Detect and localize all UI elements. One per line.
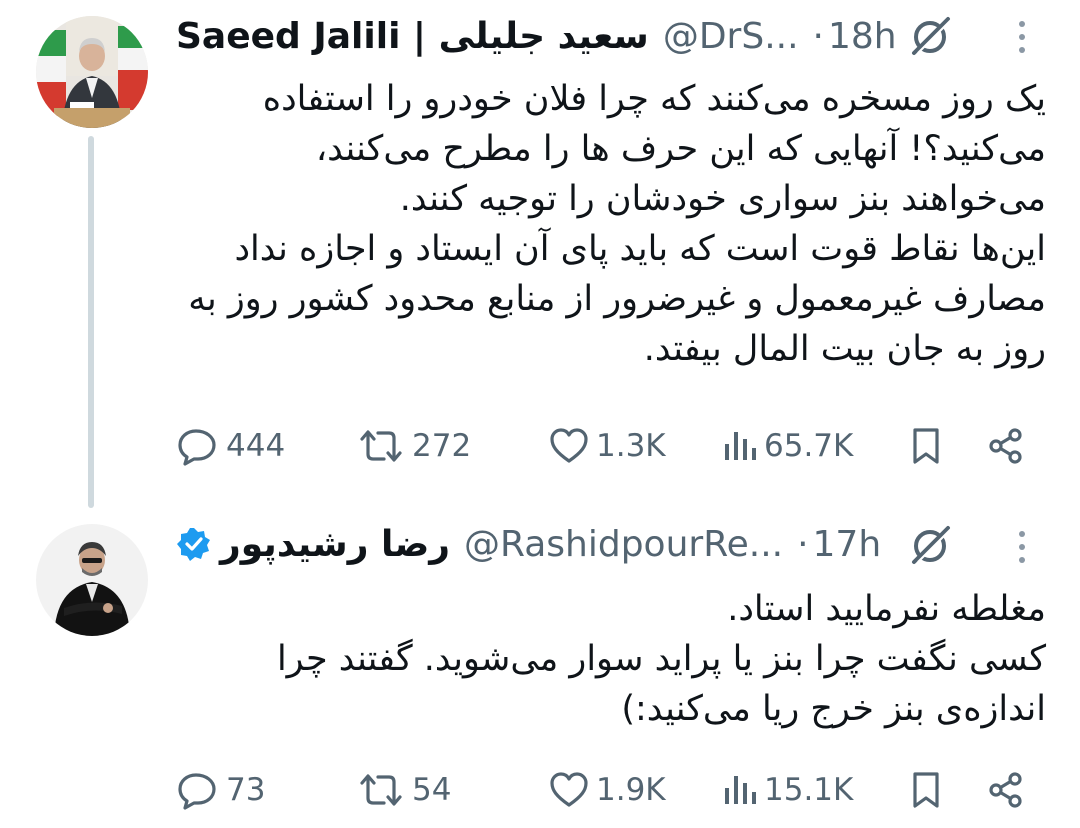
repost-icon: [356, 426, 406, 466]
views-button[interactable]: 15.1K: [722, 760, 853, 820]
repost-button[interactable]: 272: [356, 416, 471, 476]
timestamp[interactable]: 17h: [813, 524, 882, 565]
separator-dot: ·: [812, 15, 824, 57]
like-button[interactable]: 1.9K: [548, 760, 666, 820]
like-icon: [548, 426, 590, 466]
more-icon[interactable]: [1012, 524, 1032, 570]
verified-badge-icon: [176, 526, 212, 562]
text-line: مغلطه نفرمایید استاد.: [727, 589, 1046, 629]
text-line: می‌کنید؟! آنهایی که این حرف ها را مطرح م…: [315, 129, 1046, 169]
more-icon[interactable]: [1012, 14, 1032, 60]
author-handle[interactable]: @RashidpourRe...: [464, 524, 783, 565]
bookmark-icon[interactable]: [908, 416, 944, 476]
like-button[interactable]: 1.3K: [548, 416, 666, 476]
reply-count: 444: [226, 428, 286, 464]
views-icon: [722, 426, 758, 466]
author-name[interactable]: Saeed Jalili | سعید جلیلی: [176, 16, 649, 57]
repost-count: 272: [412, 428, 472, 464]
timestamp[interactable]: 18h: [828, 16, 897, 57]
like-icon: [548, 770, 590, 810]
author-handle[interactable]: @DrS...: [663, 16, 799, 57]
text-line: روز به جان بیت المال بیفتد.: [643, 329, 1046, 369]
thread-connector: [88, 136, 94, 508]
tweet-2[interactable]: رضا رشیدپور @RashidpourRe... · 17h مغلطه…: [0, 500, 1080, 828]
reply-button[interactable]: 444: [176, 416, 285, 476]
reply-icon: [176, 770, 220, 810]
text-line: می‌خواهند بنز سواری خودشان را توجیه کنند…: [399, 179, 1046, 219]
tweet-1-actions: 444 272 1.3K 65.7K: [176, 416, 1026, 476]
reply-count: 73: [226, 772, 266, 808]
views-button[interactable]: 65.7K: [722, 416, 853, 476]
text-line: این‌ها نقاط قوت است که باید پای آن ایستا…: [234, 229, 1046, 269]
separator-dot: ·: [797, 523, 809, 565]
like-count: 1.3K: [596, 428, 666, 464]
repost-icon: [356, 770, 406, 810]
text-line: کسی نگفت چرا بنز یا پراید سوار می‌شوید. …: [276, 639, 1046, 679]
avatar-saeed-jalili[interactable]: [36, 16, 148, 128]
reply-icon: [176, 426, 220, 466]
views-count: 65.7K: [764, 428, 854, 464]
views-count: 15.1K: [764, 772, 854, 808]
grok-icon[interactable]: [908, 13, 954, 59]
like-count: 1.9K: [596, 772, 666, 808]
share-icon[interactable]: [986, 760, 1026, 820]
grok-icon[interactable]: [908, 522, 954, 568]
tweet-1[interactable]: Saeed Jalili | سعید جلیلی @DrS... · 18h …: [0, 0, 1080, 508]
views-icon: [722, 770, 758, 810]
repost-count: 54: [412, 772, 452, 808]
author-name[interactable]: رضا رشیدپور: [220, 524, 450, 565]
text-line: یک روز مسخره می‌کنند که چرا فلان خودرو ر…: [262, 79, 1046, 119]
repost-button[interactable]: 54: [356, 760, 451, 820]
tweet-2-actions: 73 54 1.9K 15.1K: [176, 760, 1026, 820]
avatar-reza-rashidpour[interactable]: [36, 524, 148, 636]
bookmark-icon[interactable]: [908, 760, 944, 820]
share-icon[interactable]: [986, 416, 1026, 476]
tweet-2-text: مغلطه نفرمایید استاد. کسی نگفت چرا بنز ی…: [176, 584, 1046, 734]
text-line: اندازه‌ی بنز خرج ریا می‌کنید:): [621, 689, 1046, 729]
text-line: مصارف غیرمعمول و غیرضرور از منابع محدود …: [188, 279, 1046, 319]
reply-button[interactable]: 73: [176, 760, 265, 820]
tweet-1-text: یک روز مسخره می‌کنند که چرا فلان خودرو ر…: [176, 74, 1046, 374]
